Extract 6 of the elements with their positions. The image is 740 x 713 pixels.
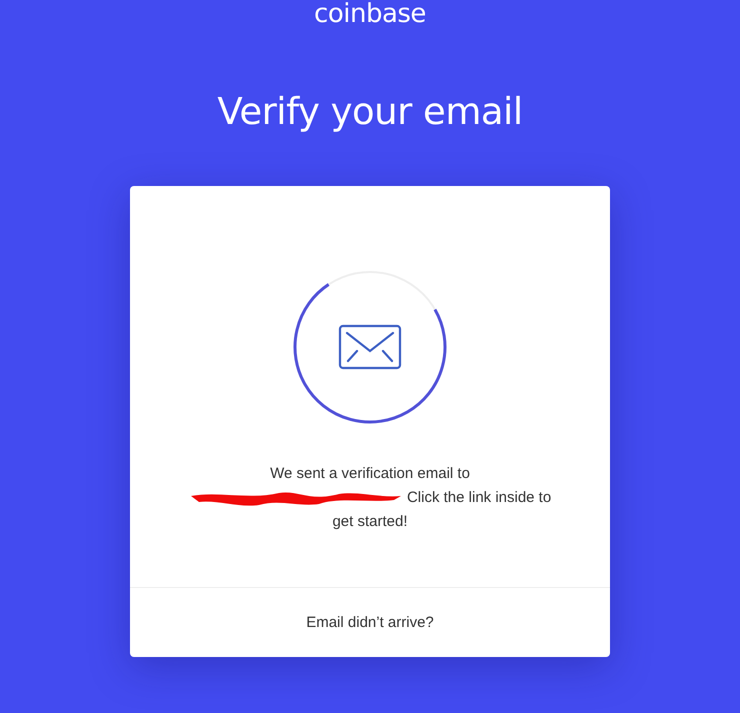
- envelope-ring-icon: [292, 269, 448, 425]
- email-not-arrived-link[interactable]: Email didn’t arrive?: [306, 614, 434, 631]
- message-text: We sent a verification email to: [269, 464, 471, 484]
- logo: coinbase: [314, 0, 426, 28]
- message-text: Click the link inside to get started!: [332, 489, 552, 530]
- page-title: Verify your email: [217, 90, 523, 134]
